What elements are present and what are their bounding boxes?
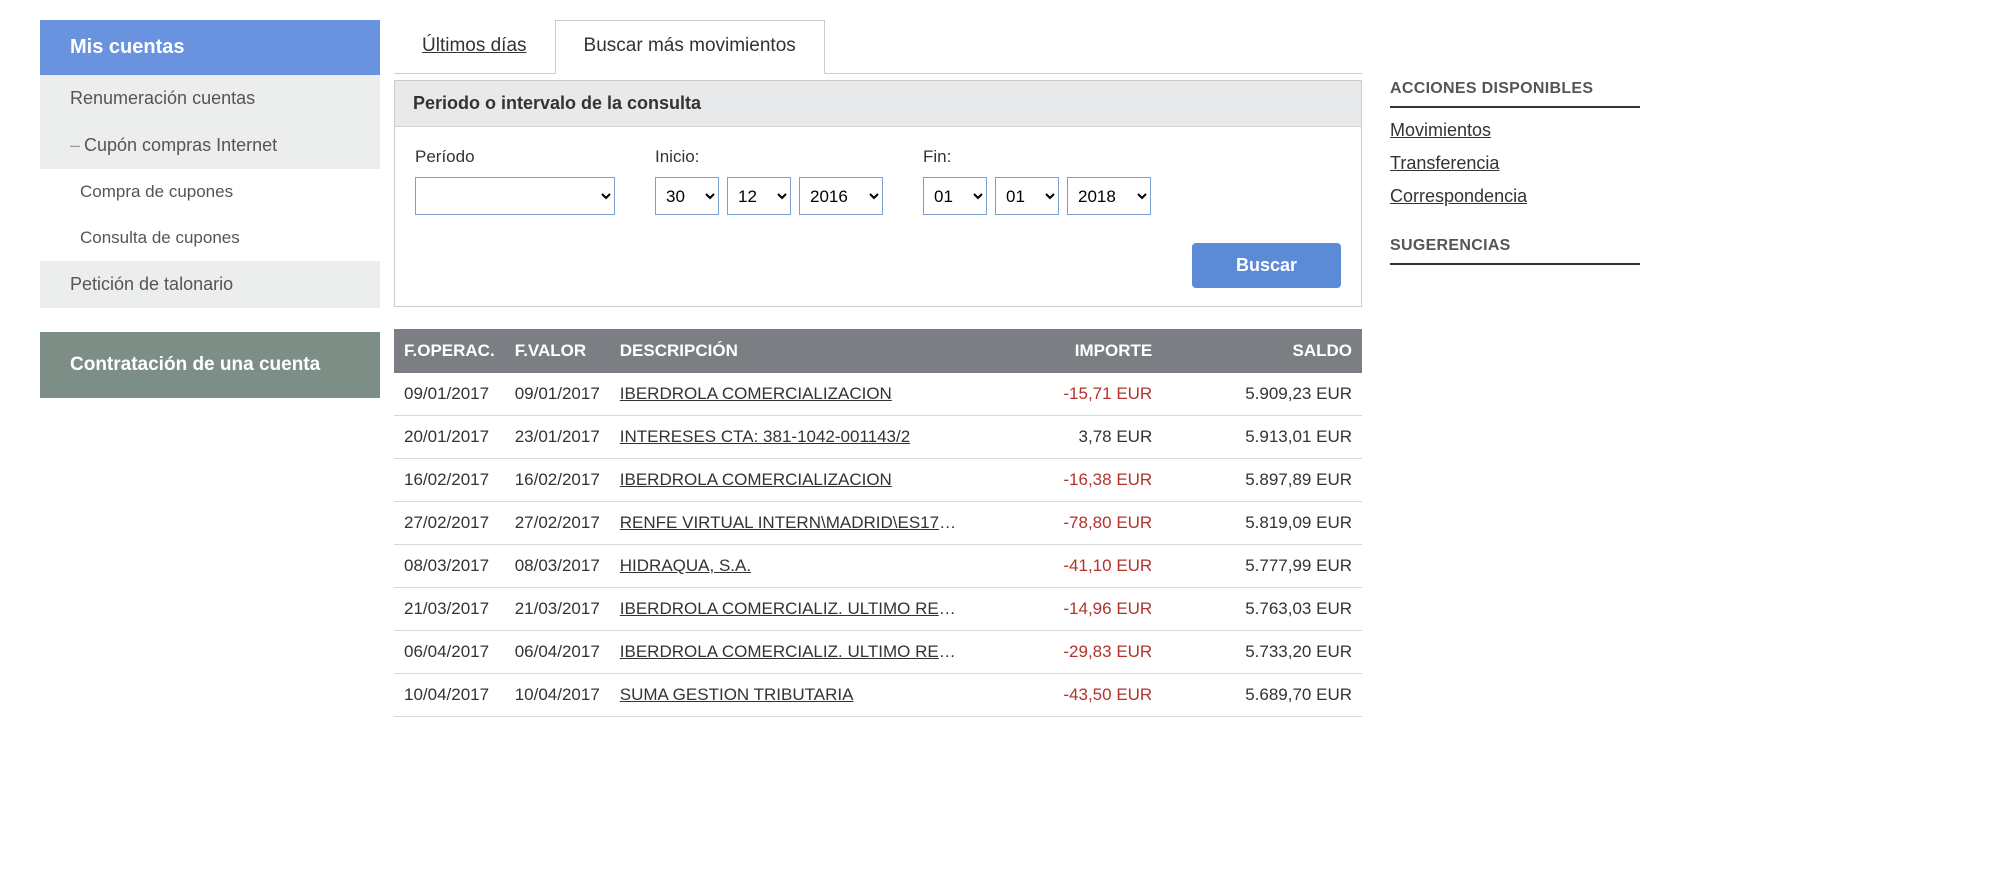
tab-buscar-movimientos[interactable]: Buscar más movimientos [555, 20, 825, 74]
fin-group: Fin: 01 01 2018 [923, 147, 1151, 215]
cell-saldo: 5.909,23 EUR [1162, 373, 1362, 416]
descripcion-link[interactable]: INTERESES CTA: 381-1042-001143/2 [620, 427, 910, 446]
movements-table: F.OPERAC. F.VALOR DESCRIPCIÓN IMPORTE SA… [394, 329, 1362, 717]
sidebar-item-compra-cupones[interactable]: Compra de cupones [40, 169, 380, 215]
descripcion-link[interactable]: IBERDROLA COMERCIALIZACION [620, 470, 892, 489]
descripcion-link[interactable]: IBERDROLA COMERCIALIZ. ULTIMO RECURS… [620, 599, 970, 618]
cell-saldo: 5.777,99 EUR [1162, 545, 1362, 588]
cell-importe: 3,78 EUR [970, 416, 1162, 459]
th-saldo: SALDO [1162, 329, 1362, 373]
cell-importe: -14,96 EUR [970, 588, 1162, 631]
tab-label: Buscar más movimientos [584, 35, 796, 56]
cell-saldo: 5.763,03 EUR [1162, 588, 1362, 631]
cell-saldo: 5.913,01 EUR [1162, 416, 1362, 459]
tab-label: Últimos días [422, 35, 527, 56]
cell-descripcion: IBERDROLA COMERCIALIZ. ULTIMO RECURS… [610, 588, 970, 631]
fin-year-select[interactable]: 2018 [1067, 177, 1151, 215]
cell-descripcion: HIDRAQUA, S.A. [610, 545, 970, 588]
sidebar-item-renumeracion[interactable]: Renumeración cuentas [40, 75, 380, 122]
cell-foperac: 06/04/2017 [394, 631, 505, 674]
table-row: 16/02/201716/02/2017 IBERDROLA COMERCIALI… [394, 459, 1362, 502]
cell-fvalor: 27/02/2017 [505, 502, 610, 545]
cell-saldo: 5.819,09 EUR [1162, 502, 1362, 545]
sidebar-item-contratacion[interactable]: Contratación de una cuenta [40, 332, 380, 398]
cell-importe: -78,80 EUR [970, 502, 1162, 545]
table-row: 08/03/201708/03/2017 HIDRAQUA, S.A. -41,10… [394, 545, 1362, 588]
cell-fvalor: 06/04/2017 [505, 631, 610, 674]
table-header-row: F.OPERAC. F.VALOR DESCRIPCIÓN IMPORTE SA… [394, 329, 1362, 373]
cell-fvalor: 21/03/2017 [505, 588, 610, 631]
link-transferencia[interactable]: Transferencia [1390, 153, 1640, 174]
periodo-label: Período [415, 147, 615, 167]
cell-descripcion: IBERDROLA COMERCIALIZACION [610, 459, 970, 502]
th-fvalor: F.VALOR [505, 329, 610, 373]
th-foperac: F.OPERAC. [394, 329, 505, 373]
inicio-year-select[interactable]: 2016 [799, 177, 883, 215]
sidebar: Mis cuentas Renumeración cuentas Cupón c… [40, 20, 380, 717]
table-row: 10/04/201710/04/2017 SUMA GESTION TRIBUTA… [394, 674, 1362, 717]
th-importe: IMPORTE [970, 329, 1162, 373]
sidebar-item-consulta-cupones[interactable]: Consulta de cupones [40, 215, 380, 261]
cell-foperac: 21/03/2017 [394, 588, 505, 631]
descripcion-link[interactable]: RENFE VIRTUAL INTERN\MADRID\ES1702271… [620, 513, 970, 532]
descripcion-link[interactable]: HIDRAQUA, S.A. [620, 556, 751, 575]
tabs: Últimos días Buscar más movimientos [394, 20, 1362, 74]
cell-fvalor: 23/01/2017 [505, 416, 610, 459]
table-row: 06/04/201706/04/2017 IBERDROLA COMERCIALI… [394, 631, 1362, 674]
table-row: 09/01/201709/01/2017 IBERDROLA COMERCIALI… [394, 373, 1362, 416]
cell-importe: -29,83 EUR [970, 631, 1162, 674]
link-movimientos[interactable]: Movimientos [1390, 120, 1640, 141]
table-row: 21/03/201721/03/2017 IBERDROLA COMERCIALI… [394, 588, 1362, 631]
cell-descripcion: RENFE VIRTUAL INTERN\MADRID\ES1702271… [610, 502, 970, 545]
table-row: 27/02/201727/02/2017 RENFE VIRTUAL INTERN… [394, 502, 1362, 545]
cell-foperac: 10/04/2017 [394, 674, 505, 717]
cell-saldo: 5.733,20 EUR [1162, 631, 1362, 674]
cell-foperac: 27/02/2017 [394, 502, 505, 545]
cell-foperac: 08/03/2017 [394, 545, 505, 588]
periodo-select[interactable] [415, 177, 615, 215]
cell-foperac: 20/01/2017 [394, 416, 505, 459]
fin-day-select[interactable]: 01 [923, 177, 987, 215]
sidebar-item-peticion-talonario[interactable]: Petición de talonario [40, 261, 380, 308]
cell-saldo: 5.689,70 EUR [1162, 674, 1362, 717]
fin-month-select[interactable]: 01 [995, 177, 1059, 215]
search-panel: Periodo o intervalo de la consulta Perío… [394, 80, 1362, 307]
sugerencias-header: SUGERENCIAS [1390, 237, 1640, 265]
inicio-day-select[interactable]: 30 [655, 177, 719, 215]
cell-descripcion: SUMA GESTION TRIBUTARIA [610, 674, 970, 717]
th-descripcion: DESCRIPCIÓN [610, 329, 970, 373]
descripcion-link[interactable]: IBERDROLA COMERCIALIZACION [620, 384, 892, 403]
descripcion-link[interactable]: IBERDROLA COMERCIALIZ. ULTIMO RECURS… [620, 642, 970, 661]
cell-fvalor: 16/02/2017 [505, 459, 610, 502]
cell-fvalor: 10/04/2017 [505, 674, 610, 717]
inicio-group: Inicio: 30 12 2016 [655, 147, 883, 215]
cell-descripcion: IBERDROLA COMERCIALIZ. ULTIMO RECURS… [610, 631, 970, 674]
cell-foperac: 09/01/2017 [394, 373, 505, 416]
buscar-button[interactable]: Buscar [1192, 243, 1341, 288]
tab-ultimos-dias[interactable]: Últimos días [394, 21, 555, 73]
sidebar-item-mis-cuentas[interactable]: Mis cuentas [40, 20, 380, 75]
cell-importe: -16,38 EUR [970, 459, 1162, 502]
cell-descripcion: INTERESES CTA: 381-1042-001143/2 [610, 416, 970, 459]
fin-label: Fin: [923, 147, 1151, 167]
cell-fvalor: 08/03/2017 [505, 545, 610, 588]
cell-descripcion: IBERDROLA COMERCIALIZACION [610, 373, 970, 416]
acciones-header: ACCIONES DISPONIBLES [1390, 80, 1640, 108]
panel-header: Periodo o intervalo de la consulta [395, 81, 1361, 127]
inicio-month-select[interactable]: 12 [727, 177, 791, 215]
cell-importe: -41,10 EUR [970, 545, 1162, 588]
sidebar-item-cupon[interactable]: Cupón compras Internet [40, 122, 380, 169]
inicio-label: Inicio: [655, 147, 883, 167]
descripcion-link[interactable]: SUMA GESTION TRIBUTARIA [620, 685, 854, 704]
main-content: Últimos días Buscar más movimientos Peri… [394, 20, 1362, 717]
table-row: 20/01/201723/01/2017 INTERESES CTA: 381-1… [394, 416, 1362, 459]
link-correspondencia[interactable]: Correspondencia [1390, 186, 1640, 207]
cell-importe: -15,71 EUR [970, 373, 1162, 416]
cell-foperac: 16/02/2017 [394, 459, 505, 502]
cell-fvalor: 09/01/2017 [505, 373, 610, 416]
right-panel: ACCIONES DISPONIBLES Movimientos Transfe… [1390, 20, 1640, 717]
cell-importe: -43,50 EUR [970, 674, 1162, 717]
periodo-group: Período [415, 147, 615, 215]
cell-saldo: 5.897,89 EUR [1162, 459, 1362, 502]
